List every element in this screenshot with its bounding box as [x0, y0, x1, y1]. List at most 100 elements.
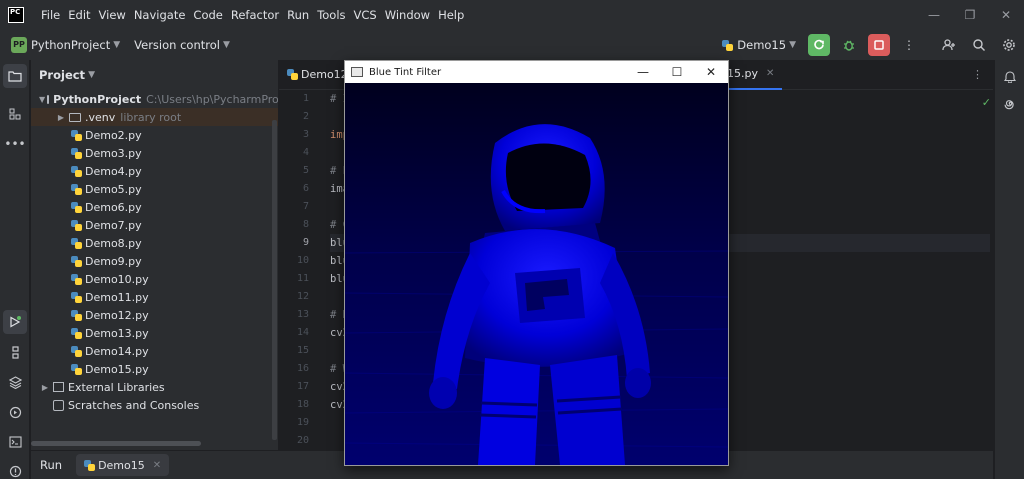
tree-file[interactable]: Demo10.py: [31, 270, 278, 288]
tree-file[interactable]: Demo6.py: [31, 198, 278, 216]
tree-file[interactable]: Demo14.py: [31, 342, 278, 360]
menu-view[interactable]: View: [95, 8, 130, 22]
menu-navigate[interactable]: Navigate: [130, 8, 190, 22]
project-tool-button[interactable]: [3, 64, 27, 88]
file-name: Demo7.py: [85, 218, 142, 232]
tree-venv[interactable]: ▶ .venv library root: [31, 108, 278, 126]
chevron-down-icon[interactable]: ▼: [39, 95, 45, 104]
tree-file[interactable]: Demo13.py: [31, 324, 278, 342]
folder-icon: [69, 112, 81, 122]
folder-icon: [8, 71, 22, 82]
close-icon[interactable]: ✕: [153, 460, 161, 471]
menu-code[interactable]: Code: [189, 8, 226, 22]
debug-button[interactable]: [838, 34, 860, 56]
tree-scratches[interactable]: Scratches and Consoles: [31, 396, 278, 414]
window-app-icon: [351, 67, 363, 77]
run-label[interactable]: Run: [40, 458, 62, 472]
rerun-icon: [814, 39, 824, 50]
file-name: Demo10.py: [85, 272, 149, 286]
tree-file[interactable]: Demo2.py: [31, 126, 278, 144]
python-packages-button[interactable]: [3, 370, 27, 394]
close-button[interactable]: ✕: [988, 0, 1024, 30]
line-number: 13: [296, 309, 309, 320]
pane-vertical-scrollbar[interactable]: [272, 120, 277, 440]
tree-file[interactable]: Demo15.py: [31, 360, 278, 378]
cv-close-button[interactable]: ✕: [694, 61, 728, 83]
file-name: Demo5.py: [85, 182, 142, 196]
run-config-label: Demo15: [737, 38, 787, 52]
settings-button[interactable]: [998, 34, 1020, 56]
menu-edit[interactable]: Edit: [64, 8, 94, 22]
version-control-button[interactable]: Version control: [134, 38, 220, 52]
more-actions-button[interactable]: ⋮: [898, 34, 920, 56]
close-icon[interactable]: ✕: [766, 68, 774, 79]
file-name: Demo12.py: [85, 308, 149, 322]
cv-window-titlebar[interactable]: Blue Tint Filter — ☐ ✕: [345, 61, 728, 83]
tab-label: 15.py: [727, 67, 758, 80]
more-vertical-icon[interactable]: ⋮: [972, 68, 983, 81]
run-tab-demo15[interactable]: Demo15 ✕: [76, 454, 170, 476]
line-number: 18: [296, 399, 309, 410]
project-pane-header[interactable]: Project ▼: [31, 60, 278, 90]
bell-icon: [1004, 70, 1016, 83]
terminal-icon: [8, 436, 22, 448]
bug-icon: [844, 40, 854, 51]
chevron-down-icon: ▼: [88, 70, 95, 80]
search-button[interactable]: [968, 34, 990, 56]
more-tools-button[interactable]: •••: [3, 132, 27, 156]
root-name: PythonProject: [53, 92, 142, 106]
toolbar-right: Demo15 ▼ ⋮: [722, 30, 1024, 60]
minimize-button[interactable]: —: [916, 0, 952, 30]
chevron-right-icon[interactable]: ▶: [55, 113, 67, 122]
restore-button[interactable]: ❐: [952, 0, 988, 30]
right-tool-strip: [994, 60, 1024, 479]
menu-run[interactable]: Run: [283, 8, 313, 22]
rerun-button[interactable]: [808, 34, 830, 56]
cv-minimize-button[interactable]: —: [626, 61, 660, 83]
menu-vcs[interactable]: VCS: [350, 8, 381, 22]
tree-file[interactable]: Demo11.py: [31, 288, 278, 306]
tree-file[interactable]: Demo5.py: [31, 180, 278, 198]
tree-external-libraries[interactable]: ▶ External Libraries: [31, 378, 278, 396]
line-number: 17: [296, 381, 309, 392]
python-file-icon: [722, 39, 734, 51]
tree-file[interactable]: Demo4.py: [31, 162, 278, 180]
project-selector[interactable]: PythonProject: [31, 38, 110, 52]
run-tool-button[interactable]: [3, 310, 27, 334]
menu-tools[interactable]: Tools: [313, 8, 349, 22]
terminal-button[interactable]: [3, 430, 27, 454]
tree-file[interactable]: Demo7.py: [31, 216, 278, 234]
opencv-image-window[interactable]: Blue Tint Filter — ☐ ✕: [344, 60, 729, 466]
menu-refactor[interactable]: Refactor: [227, 8, 283, 22]
tree-file[interactable]: Demo9.py: [31, 252, 278, 270]
problems-button[interactable]: [3, 459, 27, 479]
project-badge[interactable]: PP: [11, 37, 27, 53]
notifications-button[interactable]: [998, 64, 1022, 88]
chevron-down-icon: ▼: [113, 40, 121, 50]
python-file-icon: [71, 327, 82, 339]
python-file-icon: [71, 309, 82, 321]
line-number: 19: [296, 417, 309, 428]
line-number: 8: [302, 219, 309, 230]
menu-help[interactable]: Help: [434, 8, 468, 22]
menu-file[interactable]: File: [37, 8, 64, 22]
stop-button[interactable]: [868, 34, 890, 56]
python-console-button[interactable]: [3, 340, 27, 364]
tree-file[interactable]: Demo8.py: [31, 234, 278, 252]
tree-file[interactable]: Demo3.py: [31, 144, 278, 162]
run-configuration-selector[interactable]: Demo15 ▼: [722, 38, 796, 52]
python-file-icon: [287, 69, 298, 80]
window-controls: — ❐ ✕: [916, 0, 1024, 30]
horizontal-scrollbar[interactable]: [31, 441, 201, 446]
code-with-me-button[interactable]: [938, 34, 960, 56]
tree-file[interactable]: Demo12.py: [31, 306, 278, 324]
venv-name: .venv: [85, 110, 116, 124]
tree-root[interactable]: ▼ PythonProject C:\Users\hp\PycharmProje…: [31, 90, 278, 108]
ai-assistant-button[interactable]: [998, 92, 1022, 116]
cv-maximize-button[interactable]: ☐: [660, 61, 694, 83]
structure-tool-button[interactable]: [3, 102, 27, 126]
services-button[interactable]: [3, 400, 27, 424]
chevron-right-icon[interactable]: ▶: [39, 383, 51, 392]
file-name: Demo3.py: [85, 146, 142, 160]
menu-window[interactable]: Window: [381, 8, 434, 22]
